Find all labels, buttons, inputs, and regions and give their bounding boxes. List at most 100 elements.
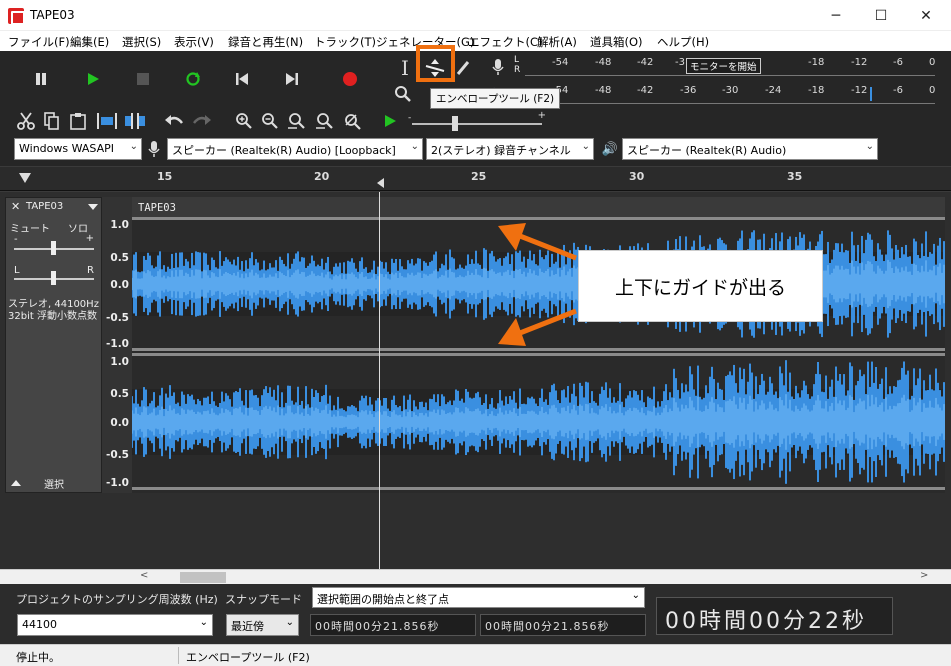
play-speed-slider[interactable]: - +	[408, 110, 546, 131]
undo-button[interactable]	[162, 109, 186, 133]
selection-start-time[interactable]: 00時間00分21.856秒	[310, 614, 476, 636]
menu-edit[interactable]: 編集(E)	[70, 34, 109, 50]
scroll-thumb[interactable]	[180, 572, 226, 583]
amplitude-label: 0.5	[110, 252, 129, 264]
play-at-speed-icon	[385, 115, 396, 127]
meter-tick: -6	[893, 57, 903, 68]
meter-tick: -42	[637, 57, 654, 68]
menu-file[interactable]: ファイル(F)	[8, 34, 70, 50]
meter-tick: -36	[680, 85, 697, 96]
menu-transport[interactable]: 録音と再生(N)	[228, 34, 303, 50]
microphone-icon	[492, 59, 504, 75]
track-name[interactable]: TAPE03	[26, 201, 63, 212]
menu-select[interactable]: 選択(S)	[122, 34, 161, 50]
horizontal-scrollbar[interactable]: < >	[0, 569, 951, 584]
gain-slider[interactable]: - +	[14, 233, 94, 256]
meter-tick: -18	[808, 85, 825, 96]
undo-icon	[165, 115, 183, 125]
menu-effect[interactable]: エフェクト(C)	[468, 34, 543, 50]
stop-button[interactable]	[128, 65, 158, 93]
slider-thumb[interactable]	[452, 116, 458, 131]
cursor-line	[379, 192, 380, 569]
silence-button[interactable]	[122, 109, 148, 133]
draw-tool-button[interactable]	[453, 55, 473, 81]
skip-start-button[interactable]	[227, 65, 257, 93]
monitor-start-label[interactable]: モニターを開始	[686, 58, 761, 74]
pan-thumb[interactable]	[51, 271, 56, 285]
play-button[interactable]	[78, 65, 108, 93]
envelope-guide-top-ch2	[132, 353, 945, 356]
meter-tick: -54	[552, 57, 569, 68]
slider-max-mark: +	[537, 110, 546, 121]
chevron-down-icon: ⌄	[285, 617, 294, 628]
app-logo-icon	[8, 8, 25, 25]
meter-tick: -24	[765, 85, 782, 96]
collapse-track-icon[interactable]	[11, 480, 21, 487]
selection-end-time[interactable]: 00時間00分21.856秒	[480, 614, 646, 636]
amplitude-label: -1.0	[106, 338, 129, 350]
snap-mode-select[interactable]: 最近傍 ⌄	[226, 614, 299, 636]
pin-head-icon[interactable]	[18, 172, 32, 184]
zoom-toggle-button[interactable]	[340, 109, 364, 133]
menu-help[interactable]: ヘルプ(H)	[657, 34, 709, 50]
fit-selection-button[interactable]	[284, 109, 310, 133]
loop-button[interactable]	[178, 65, 208, 93]
fit-project-button[interactable]	[312, 109, 338, 133]
paste-button[interactable]	[66, 109, 90, 133]
record-meter-mic[interactable]	[488, 55, 508, 79]
copy-button[interactable]	[40, 109, 64, 133]
close-button[interactable]: ✕	[903, 0, 949, 31]
amplitude-label: 1.0	[110, 219, 129, 231]
track-menu-icon[interactable]	[88, 204, 98, 211]
ruler-tick: 35	[787, 170, 803, 183]
project-rate-value: 44100	[22, 618, 57, 631]
play-at-speed-button[interactable]	[380, 111, 400, 131]
pan-slider[interactable]: L R	[14, 265, 94, 286]
window-title: TAPE03	[30, 8, 75, 22]
record-icon	[343, 72, 357, 86]
status-divider	[178, 647, 179, 664]
scissors-icon	[17, 112, 35, 130]
copy-icon	[44, 112, 59, 130]
close-track-icon[interactable]: ✕	[11, 200, 20, 213]
meter-baseline	[525, 103, 935, 104]
maximize-button[interactable]: ☐	[858, 0, 904, 31]
scroll-right-icon[interactable]: >	[920, 570, 928, 581]
menu-tracks[interactable]: トラック(T)	[314, 34, 376, 50]
zoom-out-button[interactable]	[258, 109, 282, 133]
zoom-tool-button[interactable]	[390, 81, 416, 107]
waveform-channel-right[interactable]	[132, 357, 945, 487]
selection-mode-select[interactable]: 選択範囲の開始点と終了点 ⌄	[312, 587, 645, 608]
skip-end-button[interactable]	[277, 65, 307, 93]
chevron-down-icon: ⌄	[199, 617, 208, 628]
menu-view[interactable]: 表示(V)	[174, 34, 214, 50]
skip-to-end-icon	[286, 73, 298, 85]
meter-tick: -6	[893, 85, 903, 96]
record-button[interactable]	[335, 65, 365, 93]
slider-track	[412, 123, 542, 125]
playback-meter[interactable]: -54 -48 -42 -36 -30 -24 -18 -12 -6 0	[510, 83, 935, 105]
audio-position-display[interactable]: 00時間00分22秒	[656, 597, 893, 635]
output-device-select[interactable]: スピーカー (Realtek(R) Audio) ⌄	[622, 138, 878, 160]
select-track-button[interactable]: 選択	[44, 476, 64, 491]
menu-tools[interactable]: 道具箱(O)	[590, 34, 643, 50]
selection-tool-button[interactable]: I	[395, 55, 415, 81]
redo-button[interactable]	[190, 109, 214, 133]
minimize-button[interactable]: ─	[813, 0, 859, 31]
chevron-down-icon: ⌄	[865, 141, 874, 152]
amplitude-label: 1.0	[110, 356, 129, 368]
mute-button[interactable]: ミュート	[10, 220, 50, 235]
pause-button[interactable]	[26, 65, 56, 93]
meter-tick: -30	[722, 85, 739, 96]
channels-select[interactable]: 2(ステレオ) 録音チャンネル ⌄	[426, 138, 594, 160]
cut-button[interactable]	[14, 109, 38, 133]
timeline-ruler[interactable]: 15 20 25 30 35	[0, 167, 951, 191]
trim-button[interactable]	[94, 109, 120, 133]
gain-thumb[interactable]	[51, 241, 56, 255]
zoom-in-button[interactable]	[232, 109, 256, 133]
scroll-left-icon[interactable]: <	[140, 570, 148, 581]
project-rate-select[interactable]: 44100 ⌄	[17, 614, 213, 636]
input-device-select[interactable]: スピーカー (Realtek(R) Audio) [Loopback] ⌄	[167, 138, 423, 160]
menu-analyze[interactable]: 解析(A)	[537, 34, 577, 50]
audio-host-select[interactable]: Windows WASAPI ⌄	[14, 138, 142, 160]
